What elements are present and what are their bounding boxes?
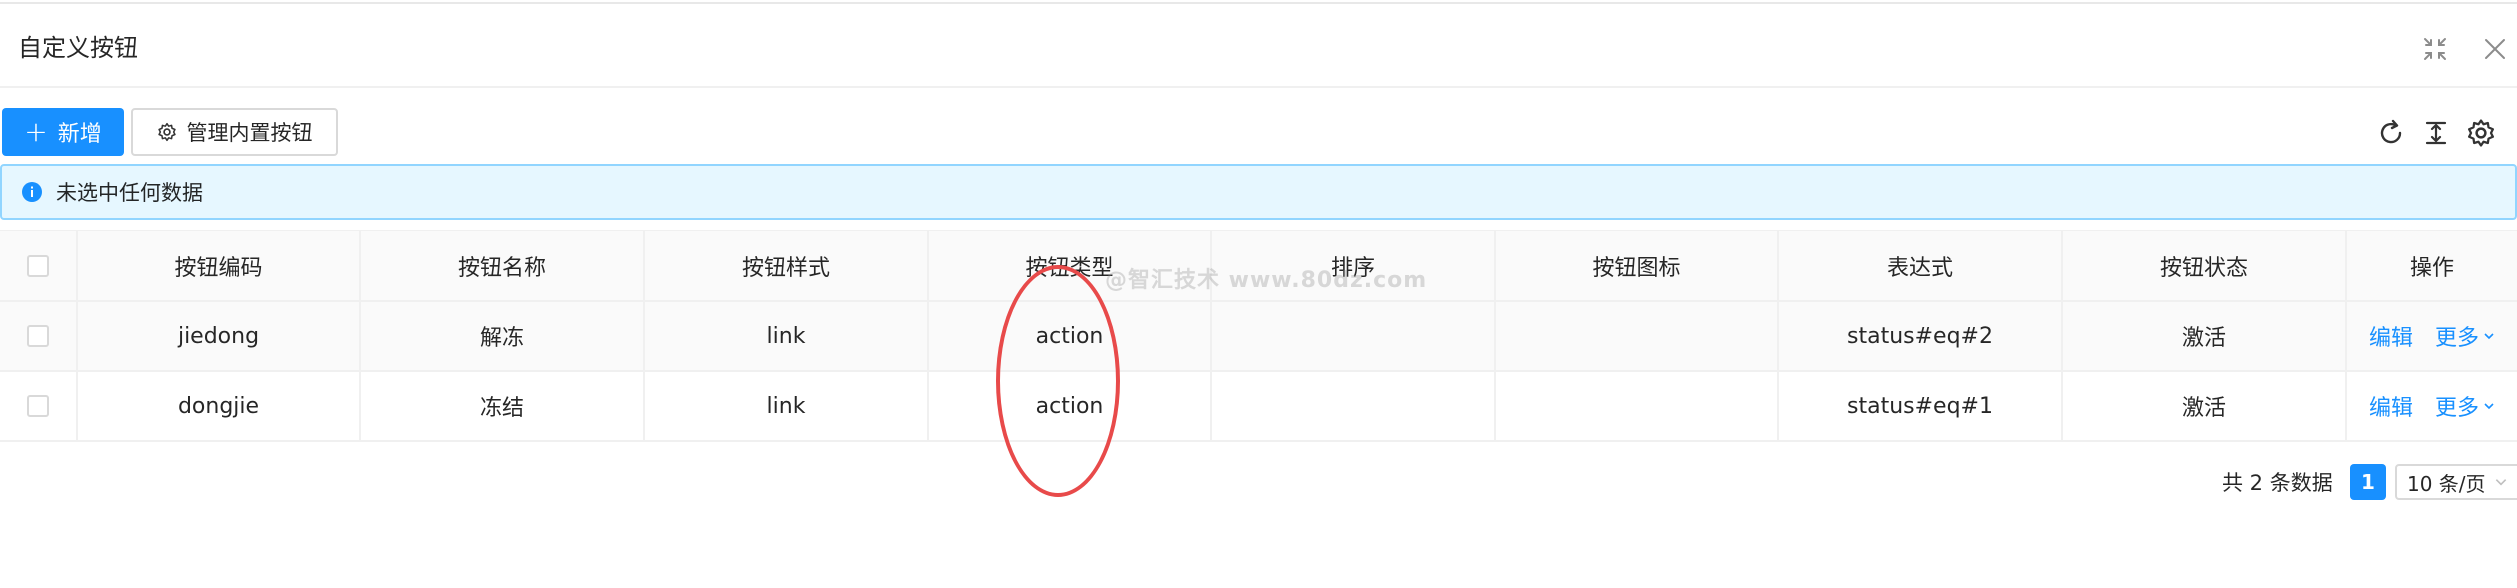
edit-link[interactable]: 编辑	[2369, 390, 2413, 422]
cell-actions: 编辑 更多	[2347, 302, 2517, 370]
row-select-cell	[0, 302, 78, 370]
column-header: 按钮名称	[361, 231, 645, 300]
select-all-cell	[0, 231, 78, 300]
watermark-text: @智汇技术 www.80dz.com	[1105, 268, 1428, 293]
row-select-cell	[0, 372, 78, 440]
select-all-checkbox[interactable]	[27, 254, 49, 277]
modal-header: 自定义按钮	[0, 4, 2517, 88]
chevron-down-icon	[2484, 403, 2494, 410]
more-label: 更多	[2435, 396, 2480, 421]
more-dropdown[interactable]: 更多	[2435, 390, 2495, 422]
column-header: 操作	[2409, 255, 2454, 281]
cell-style: link	[645, 372, 929, 440]
more-label: 更多	[2435, 326, 2480, 351]
setting-icon[interactable]	[2466, 118, 2496, 148]
gear-icon	[157, 122, 176, 142]
cell-sort	[1212, 372, 1496, 440]
fullscreen-exit-icon[interactable]	[2422, 36, 2448, 62]
more-dropdown[interactable]: 更多	[2435, 320, 2495, 352]
page-size-value: 10 条/页	[2407, 471, 2486, 496]
alert-text: 未选中任何数据	[56, 181, 203, 205]
row-checkbox[interactable]	[27, 395, 49, 417]
chevron-down-icon	[2495, 479, 2506, 486]
column-header: 按钮图标	[1496, 231, 1779, 300]
toolbar: + 新增 管理内置按钮	[0, 106, 2517, 158]
column-header: 按钮状态	[2063, 231, 2347, 300]
table-row: jiedong 解冻 link action status#eq#2 激活 编辑…	[0, 302, 2517, 372]
row-checkbox[interactable]	[27, 325, 49, 347]
page-size-select[interactable]: 10 条/页	[2395, 464, 2517, 500]
column-header: 按钮编码	[78, 231, 361, 300]
cell-name: 冻结	[361, 372, 645, 440]
column-header: 按钮样式	[645, 231, 929, 300]
manage-button-label: 管理内置按钮	[186, 121, 313, 145]
cell-status: 激活	[2063, 302, 2347, 370]
cell-expression: status#eq#2	[1779, 302, 2063, 370]
cell-code: jiedong	[78, 302, 361, 370]
cell-status: 激活	[2063, 372, 2347, 440]
plus-icon: +	[24, 115, 48, 148]
add-button[interactable]: + 新增	[2, 108, 124, 156]
manage-builtin-buttons-button[interactable]: 管理内置按钮	[131, 108, 338, 156]
add-button-label: 新增	[57, 122, 102, 147]
annotation-circle	[996, 265, 1120, 497]
cell-sort	[1212, 302, 1496, 370]
edit-link[interactable]: 编辑	[2369, 320, 2413, 352]
table-row: dongjie 冻结 link action status#eq#1 激活 编辑…	[0, 372, 2517, 442]
cell-icon	[1496, 372, 1779, 440]
column-header: 表达式	[1779, 231, 2063, 300]
page-1-button[interactable]: 1	[2350, 464, 2386, 500]
cell-code: dongjie	[78, 372, 361, 440]
cell-name: 解冻	[361, 302, 645, 370]
close-icon[interactable]	[2482, 36, 2508, 62]
chevron-down-icon	[2484, 333, 2494, 340]
page-title: 自定义按钮	[18, 34, 138, 62]
cell-icon	[1496, 302, 1779, 370]
column-height-icon[interactable]	[2421, 118, 2451, 148]
pagination-total: 共 2 条数据	[2222, 471, 2333, 495]
info-icon	[22, 182, 42, 202]
reload-icon[interactable]	[2376, 118, 2406, 148]
selection-info-alert: 未选中任何数据	[0, 164, 2517, 220]
cell-actions: 编辑 更多	[2347, 372, 2517, 440]
cell-expression: status#eq#1	[1779, 372, 2063, 440]
cell-style: link	[645, 302, 929, 370]
